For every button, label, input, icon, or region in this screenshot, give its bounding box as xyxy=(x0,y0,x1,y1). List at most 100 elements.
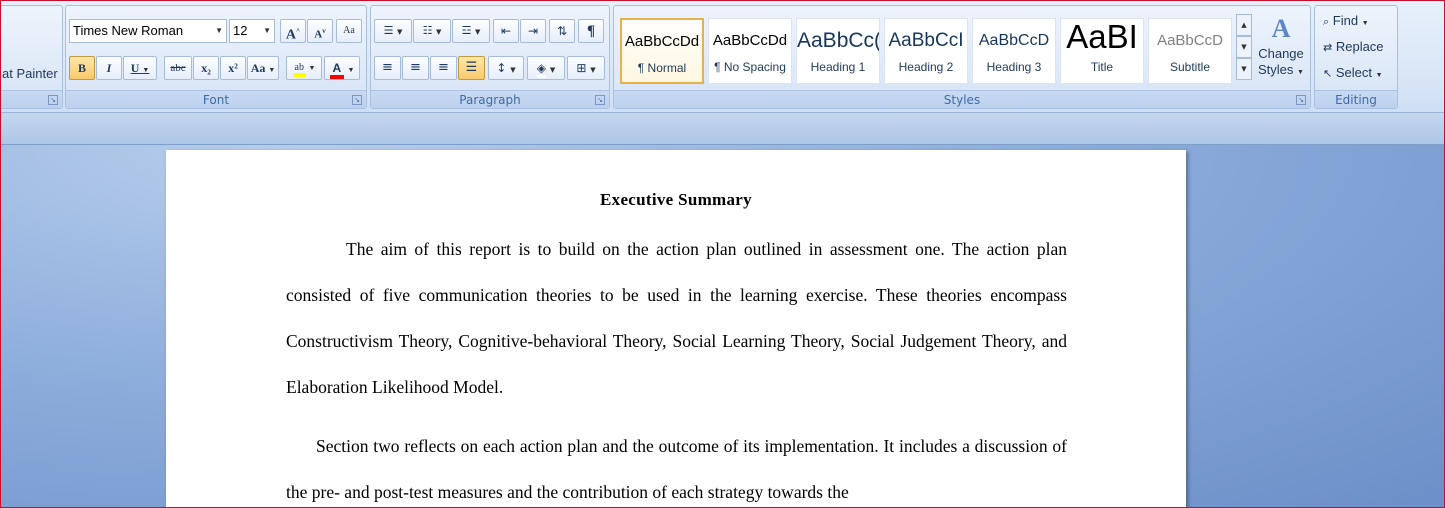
chevron-down-icon: ▼ xyxy=(1361,20,1369,27)
sort-icon: ⇅ xyxy=(556,24,568,38)
font-size-dropdown-icon[interactable]: ▼ xyxy=(263,20,271,42)
paint-bucket-icon: ◈ xyxy=(536,61,546,78)
multilevel-list-button[interactable]: ☲ ▼ xyxy=(452,19,490,43)
chevron-down-icon: ▼ xyxy=(1375,72,1383,79)
document-workspace: Executive Summary The aim of this report… xyxy=(1,145,1444,507)
font-color-button[interactable]: A ▼ xyxy=(324,56,360,80)
paragraph-group: ☰ ▼ ☷ ▼ ☲ ▼ ⇤ ⇥ ⇅ ¶ ≡ ≡ ≡ ☰ ↕ ▼ ◈ ▼ ⊞ ▼ … xyxy=(370,5,610,109)
underline-icon: U xyxy=(130,61,140,75)
style-name: Subtitle xyxy=(1169,60,1211,74)
clipboard-group: at Painter ↘ xyxy=(1,5,63,109)
styles-dialog-launcher-icon[interactable]: ↘ xyxy=(1296,95,1306,105)
font-name-value: Times New Roman xyxy=(73,23,184,38)
align-right-button[interactable]: ≡ xyxy=(430,56,457,80)
ruler-area xyxy=(1,113,1444,145)
line-spacing-button[interactable]: ↕ ▼ xyxy=(488,56,524,80)
decrease-indent-button[interactable]: ⇤ xyxy=(493,19,519,43)
bullets-button[interactable]: ☰ ▼ xyxy=(374,19,412,43)
italic-icon: I xyxy=(106,61,112,75)
style-subtitle[interactable]: AaBbCcD Subtitle xyxy=(1148,18,1232,84)
document-page[interactable]: Executive Summary The aim of this report… xyxy=(166,150,1186,507)
align-left-icon: ≡ xyxy=(382,60,393,75)
font-name-combo[interactable]: Times New Roman ▼ xyxy=(69,19,227,43)
format-painter-label: at Painter xyxy=(2,66,58,81)
style-preview: AaBbCcI xyxy=(888,30,964,51)
style-preview: AaBbCcD xyxy=(1157,32,1223,49)
increase-indent-icon: ⇥ xyxy=(527,24,539,38)
numbering-icon: ☷ xyxy=(422,24,433,37)
strikethrough-icon: abc xyxy=(170,62,186,74)
align-right-icon: ≡ xyxy=(438,60,449,75)
change-styles-label-1: Change xyxy=(1258,46,1304,61)
select-button[interactable]: ↖ Select ▼ xyxy=(1323,65,1383,80)
subscript-button[interactable]: x₂ xyxy=(193,56,219,80)
sort-button[interactable]: ⇅ xyxy=(549,19,575,43)
document-paragraph: The aim of this report is to build on th… xyxy=(286,239,1067,397)
clipboard-dialog-launcher-icon[interactable]: ↘ xyxy=(48,95,58,105)
style-preview: AaBI xyxy=(1066,19,1138,55)
change-case-button[interactable]: Aa ▼ xyxy=(247,56,279,80)
style-name: Heading 1 xyxy=(810,60,866,74)
bold-icon: B xyxy=(77,61,86,75)
change-styles-label-row: Styles ▼ xyxy=(1256,62,1306,81)
change-styles-icon: A xyxy=(1271,14,1291,43)
style-heading-1[interactable]: AaBbCc( Heading 1 xyxy=(796,18,880,84)
format-painter-button[interactable]: at Painter xyxy=(2,66,58,81)
superscript-button[interactable]: x² xyxy=(220,56,246,80)
borders-button[interactable]: ⊞ ▼ xyxy=(567,56,605,80)
paragraph-dialog-launcher-icon[interactable]: ↘ xyxy=(595,95,605,105)
font-dialog-launcher-icon[interactable]: ↘ xyxy=(352,95,362,105)
word-window: at Painter ↘ Times New Roman ▼ 12 ▼ A^ A… xyxy=(0,0,1445,508)
clear-formatting-icon: Aa xyxy=(343,25,355,36)
styles-group-label: Styles xyxy=(614,90,1310,108)
style-no-spacing[interactable]: AaBbCcDd ¶ No Spacing xyxy=(708,18,792,84)
align-center-icon: ≡ xyxy=(410,60,421,75)
style-normal[interactable]: AaBbCcDd ¶ Normal xyxy=(620,18,704,84)
grow-font-icon: A xyxy=(285,27,297,43)
style-preview: AaBbCcDd xyxy=(624,33,700,50)
binoculars-icon: ⌕ xyxy=(1323,16,1330,28)
style-heading-2[interactable]: AaBbCcI Heading 2 xyxy=(884,18,968,84)
replace-icon: ⇄ xyxy=(1323,42,1333,54)
chevron-down-icon: ▼ xyxy=(1297,69,1304,76)
underline-button[interactable]: U ▼ xyxy=(123,56,157,80)
align-left-button[interactable]: ≡ xyxy=(374,56,401,80)
cursor-icon: ↖ xyxy=(1323,68,1333,80)
highlighter-icon: ab xyxy=(292,62,306,77)
change-styles-button[interactable]: A Change Styles ▼ xyxy=(1256,12,1306,88)
italic-button[interactable]: I xyxy=(96,56,122,80)
show-marks-button[interactable]: ¶ xyxy=(578,19,604,43)
replace-button[interactable]: ⇄ Replace xyxy=(1323,39,1384,54)
styles-scroll-up-icon[interactable]: ▲ xyxy=(1236,14,1252,36)
change-styles-label-2: Styles xyxy=(1258,62,1294,77)
superscript-icon: x² xyxy=(228,61,238,75)
bullets-icon: ☰ xyxy=(383,24,394,37)
borders-icon: ⊞ xyxy=(576,61,587,75)
align-center-button[interactable]: ≡ xyxy=(402,56,429,80)
change-case-icon: Aa xyxy=(250,61,266,75)
shrink-font-button[interactable]: Av xyxy=(307,19,333,43)
increase-indent-button[interactable]: ⇥ xyxy=(520,19,546,43)
bold-button[interactable]: B xyxy=(69,56,95,80)
pilcrow-icon: ¶ xyxy=(586,23,596,39)
ribbon: at Painter ↘ Times New Roman ▼ 12 ▼ A^ A… xyxy=(1,1,1444,113)
style-title[interactable]: AaBI Title xyxy=(1060,18,1144,84)
clear-formatting-button[interactable]: Aa xyxy=(336,19,362,43)
grow-font-button[interactable]: A^ xyxy=(280,19,306,43)
numbering-button[interactable]: ☷ ▼ xyxy=(413,19,451,43)
font-size-combo[interactable]: 12 ▼ xyxy=(229,19,275,43)
multilevel-list-icon: ☲ xyxy=(461,24,472,37)
strikethrough-button[interactable]: abc xyxy=(164,56,192,80)
highlight-button[interactable]: ab ▼ xyxy=(286,56,322,80)
style-heading-3[interactable]: AaBbCcD Heading 3 xyxy=(972,18,1056,84)
styles-more-icon[interactable]: ▼ xyxy=(1236,58,1252,80)
document-title: Executive Summary xyxy=(600,190,752,209)
styles-scroll-down-icon[interactable]: ▼ xyxy=(1236,36,1252,58)
font-group: Times New Roman ▼ 12 ▼ A^ Av Aa B I U ▼ … xyxy=(65,5,367,109)
font-name-dropdown-icon[interactable]: ▼ xyxy=(215,20,223,42)
style-name: Heading 3 xyxy=(986,60,1042,74)
shading-button[interactable]: ◈ ▼ xyxy=(527,56,565,80)
find-button[interactable]: ⌕ Find ▼ xyxy=(1323,13,1369,29)
justify-button[interactable]: ☰ xyxy=(458,56,485,80)
replace-label: Replace xyxy=(1335,39,1384,54)
